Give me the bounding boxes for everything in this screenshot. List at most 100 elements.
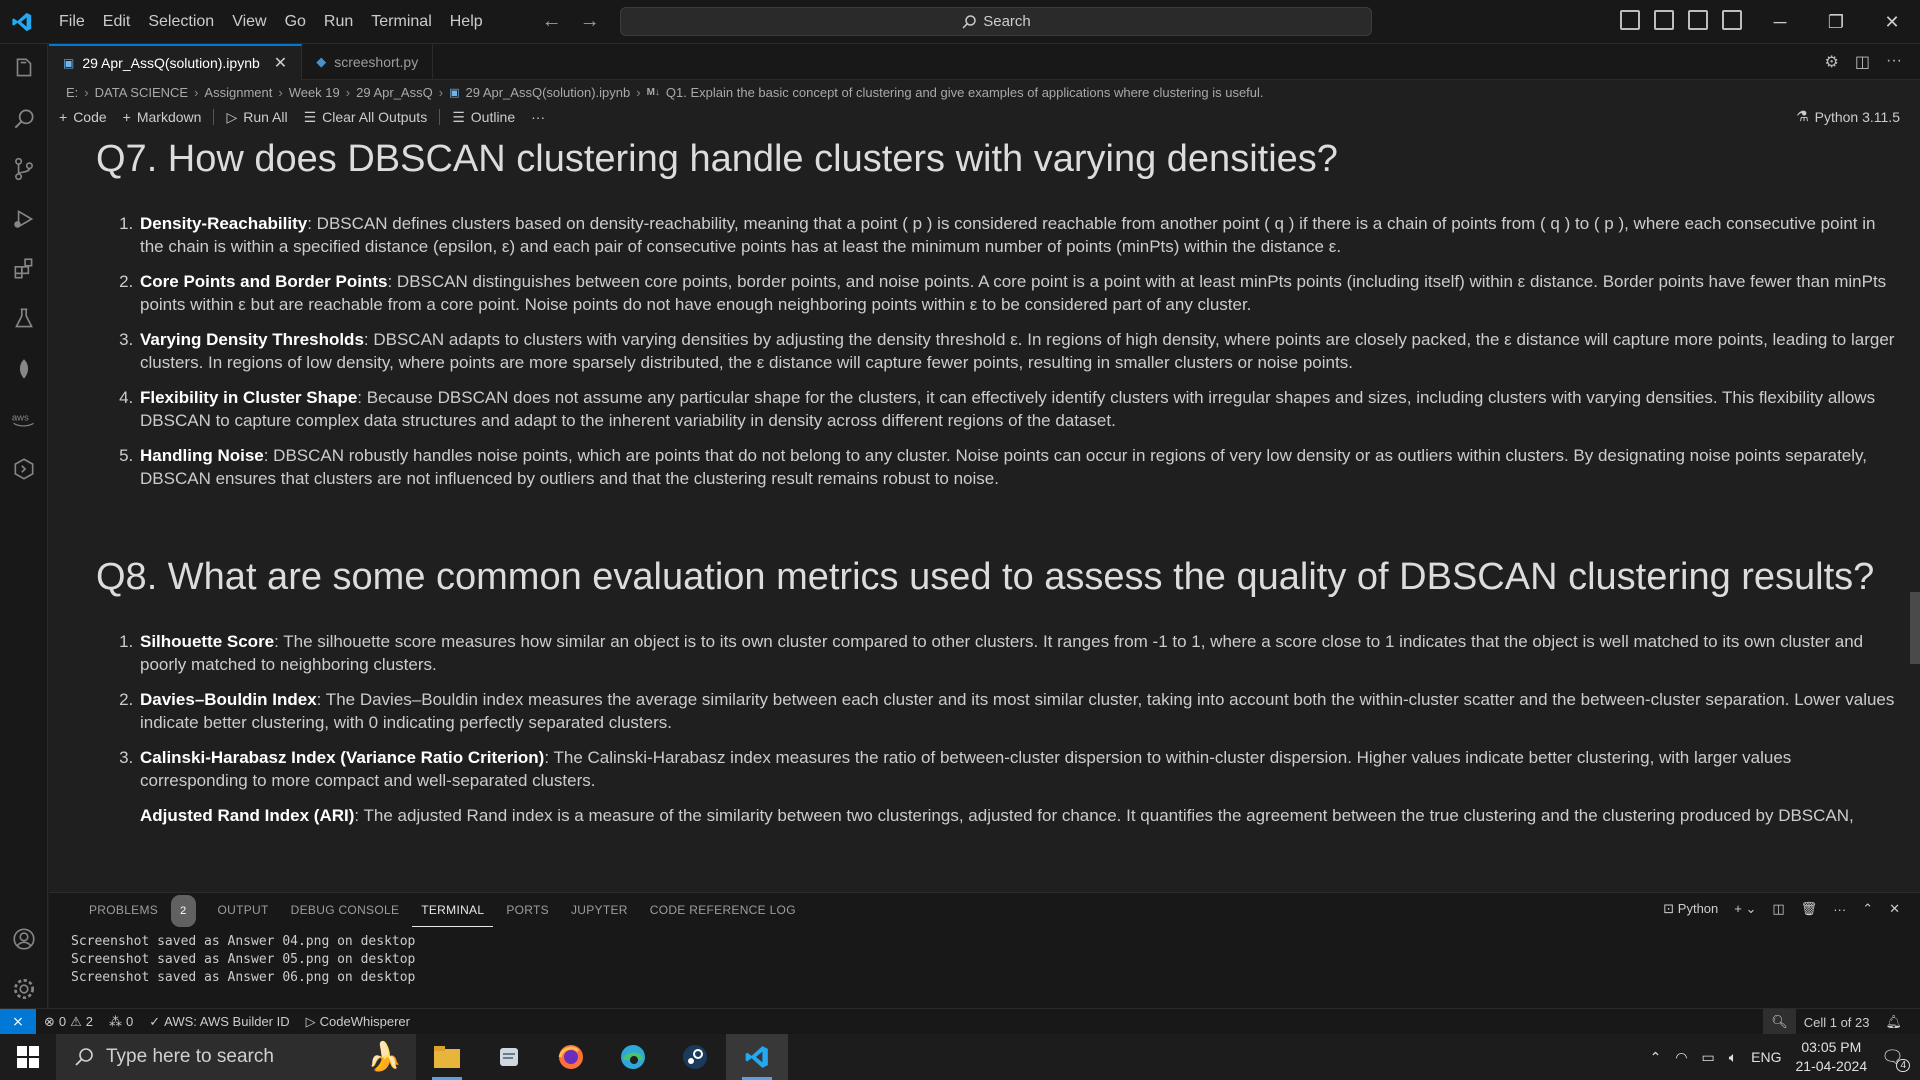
markdown-cell-q7[interactable]: Q7. How does DBSCAN clustering handle cl… [96,132,1920,502]
search-icon[interactable] [0,94,48,144]
extensions-icon[interactable] [0,244,48,294]
testing-flask-icon[interactable] [0,294,48,344]
notifications-bell-icon[interactable]: 🔔︎ [1877,1014,1910,1030]
cell-position[interactable]: Cell 1 of 23 [1796,1015,1878,1030]
bottom-panel: PROBLEMS 2 OUTPUT DEBUG CONSOLE TERMINAL … [49,892,1920,1008]
markdown-cell-q8[interactable]: Q8. What are some common evaluation metr… [96,550,1920,839]
edge-icon[interactable] [602,1034,664,1080]
menu-go[interactable]: Go [276,0,315,44]
restore-button[interactable]: ❐ [1808,0,1864,44]
problems-status[interactable]: ⊗ 0 ⚠ 2 [36,1014,101,1030]
minimize-button[interactable]: ─ [1752,0,1808,44]
clear-all-outputs-button[interactable]: ☰ Clear All Outputs [296,109,436,126]
steam-icon[interactable] [664,1034,726,1080]
leaf-extension-icon[interactable] [0,344,48,394]
split-editor-icon[interactable]: ◫ [1855,52,1870,72]
breadcrumb-item[interactable]: Q1. Explain the basic concept of cluster… [666,85,1264,100]
notification-center-icon[interactable]: 🗨︎ 4 [1881,1047,1910,1072]
firefox-icon[interactable] [540,1034,602,1080]
menu-terminal[interactable]: Terminal [362,0,440,44]
settings-gear-icon[interactable]: ⚙ [1825,52,1839,72]
terminal-output[interactable]: Screenshot saved as Answer 04.png on des… [49,933,1920,987]
clear-icon: ☰ [303,108,317,125]
run-debug-icon[interactable] [0,194,48,244]
remote-explorer-icon[interactable] [0,444,48,494]
breadcrumb-item[interactable]: E: [66,85,78,100]
explorer-icon[interactable] [0,44,48,94]
breadcrumb-item[interactable]: 29 Apr_AssQ [356,85,433,100]
add-code-cell-button[interactable]: + Code [49,109,115,125]
editor-scrollbar[interactable] [1910,592,1920,664]
manage-gear-icon[interactable] [0,964,48,1014]
volume-icon[interactable]: 🔈︎ [1729,1049,1737,1066]
outline-button[interactable]: ☰ Outline [444,109,523,126]
menu-file[interactable]: File [50,0,94,44]
breadcrumb-item[interactable]: Week 19 [289,85,340,100]
tab-debug-console[interactable]: DEBUG CONSOLE [282,894,409,926]
notepad-icon[interactable] [478,1034,540,1080]
forward-arrow-icon[interactable]: → [580,10,600,33]
kill-terminal-trash-icon[interactable]: 🗑 [1801,901,1818,917]
source-control-icon[interactable] [0,144,48,194]
breadcrumb-item[interactable]: DATA SCIENCE [95,85,188,100]
more-actions-icon[interactable]: ··· [1886,52,1902,72]
toggle-secondary-sidebar-icon[interactable] [1688,10,1708,30]
tab-problems[interactable]: PROBLEMS 2 [71,894,205,927]
menu-edit[interactable]: Edit [94,0,140,44]
ports-status[interactable]: ⁂ 0 [101,1014,141,1030]
list-item: Density-Reachability: DBSCAN defines clu… [138,212,1898,258]
command-center-search[interactable]: Search [620,7,1372,36]
q7-heading: Q7. How does DBSCAN clustering handle cl… [96,138,1338,180]
more-toolbar-button[interactable]: ··· [523,109,553,125]
toggle-primary-sidebar-icon[interactable] [1620,10,1640,30]
remote-indicator-icon[interactable]: ⨯ [0,1008,36,1035]
clock[interactable]: 03:05 PM 21-04-2024 [1796,1038,1868,1076]
breadcrumb-item[interactable]: 29 Apr_AssQ(solution).ipynb [465,85,630,100]
close-panel-icon[interactable]: ✕ [1889,901,1900,917]
tab-terminal[interactable]: TERMINAL [412,894,494,927]
run-all-button[interactable]: ▷ Run All [218,109,295,126]
close-window-button[interactable]: ✕ [1864,0,1920,44]
account-icon[interactable] [0,914,48,964]
language-indicator[interactable]: ENG [1751,1049,1781,1065]
codewhisperer-status[interactable]: ▷ CodeWhisperer [298,1014,418,1030]
back-arrow-icon[interactable]: ← [542,10,562,33]
tab-code-reference-log[interactable]: CODE REFERENCE LOG [641,894,805,926]
close-tab-icon[interactable]: ✕ [274,53,287,73]
tab-ports[interactable]: PORTS [497,894,558,926]
tab-jupyter[interactable]: JUPYTER [562,894,637,926]
tray-chevron-up-icon[interactable]: ⌃ [1650,1049,1662,1066]
list-item: Silhouette Score: The silhouette score m… [138,630,1898,676]
tab-output[interactable]: OUTPUT [209,894,278,926]
new-terminal-icon[interactable]: + ⌄ [1734,901,1756,917]
tab-python-file[interactable]: ◆ screeshort.py [302,44,434,80]
list-icon: ☰ [452,108,465,125]
menu-help[interactable]: Help [441,0,492,44]
aws-status[interactable]: ✓ AWS: AWS Builder ID [141,1014,297,1030]
menu-run[interactable]: Run [315,0,362,44]
menu-selection[interactable]: Selection [139,0,223,44]
customize-layout-icon[interactable] [1722,10,1742,30]
toggle-panel-icon[interactable] [1654,10,1674,30]
kernel-picker[interactable]: ⚗ Python 3.11.5 [1796,108,1900,125]
list-item: Davies–Bouldin Index: The Davies–Bouldin… [138,688,1898,734]
more-actions-icon[interactable]: ··· [1833,902,1846,917]
windows-start-icon[interactable] [0,1034,56,1080]
file-explorer-icon[interactable] [416,1034,478,1080]
taskbar-search[interactable]: Type here to search 🍌 [56,1034,416,1080]
menu-view[interactable]: View [223,0,275,44]
split-terminal-icon[interactable]: ◫ [1772,901,1784,917]
tab-label: 29 Apr_AssQ(solution).ipynb [82,55,260,71]
problems-count-badge: 2 [171,894,196,927]
zoom-search-icon[interactable]: 🔍︎ [1763,1009,1796,1035]
terminal-shell-selector[interactable]: ⊡ Python [1663,901,1718,917]
tab-notebook[interactable]: ▣ 29 Apr_AssQ(solution).ipynb ✕ [49,44,303,80]
maximize-panel-chevron-up-icon[interactable]: ⌃ [1862,901,1873,917]
aws-icon[interactable]: aws [0,394,48,444]
breadcrumb-item[interactable]: Assignment [204,85,272,100]
battery-icon[interactable]: ▭ [1702,1049,1715,1066]
vscode-taskbar-icon[interactable] [726,1034,788,1080]
search-icon [962,14,976,29]
add-markdown-cell-button[interactable]: + Markdown [115,109,210,125]
wifi-icon[interactable]: ◠ [1675,1049,1687,1066]
